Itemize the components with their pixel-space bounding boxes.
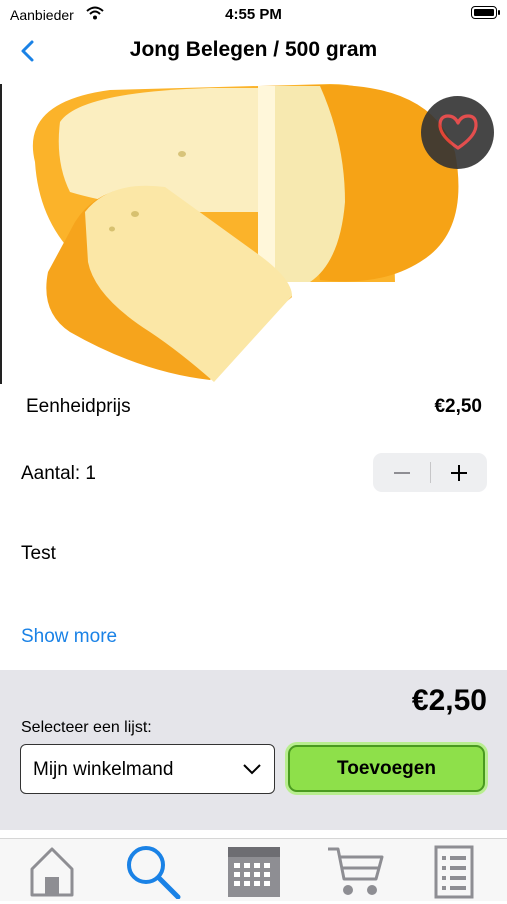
minus-icon xyxy=(393,471,410,474)
increment-button[interactable] xyxy=(430,453,487,492)
page-title: Jong Belegen / 500 gram xyxy=(129,38,378,61)
cart-icon xyxy=(328,847,384,895)
quantity-stepper xyxy=(373,453,487,492)
list-select[interactable]: Mijn winkelmand xyxy=(20,744,275,794)
favorite-button[interactable] xyxy=(421,96,494,169)
decrement-button[interactable] xyxy=(373,453,430,492)
tab-cart[interactable] xyxy=(326,843,386,899)
clock: 4:55 PM xyxy=(225,6,282,23)
list-icon xyxy=(434,845,474,899)
unit-price-value: €2,50 xyxy=(434,396,482,417)
unit-price-label: Eenheidprijs xyxy=(26,396,131,417)
total-price: €2,50 xyxy=(411,684,487,717)
heart-icon xyxy=(438,114,478,150)
quantity-label: Aantal: 1 xyxy=(21,463,96,484)
battery-icon xyxy=(471,6,500,19)
search-icon xyxy=(127,846,181,900)
tab-home[interactable] xyxy=(22,843,82,899)
chevron-down-icon xyxy=(243,764,261,775)
tab-calendar[interactable] xyxy=(224,843,284,899)
tab-search[interactable] xyxy=(122,843,182,900)
home-icon xyxy=(30,847,74,897)
list-select-label: Selecteer een lijst: xyxy=(21,719,152,736)
product-description: Test xyxy=(21,543,56,564)
calendar-icon xyxy=(228,847,280,897)
list-select-value: Mijn winkelmand xyxy=(33,759,174,780)
tab-list[interactable] xyxy=(426,843,486,899)
tab-bar xyxy=(0,838,507,901)
add-button[interactable]: Toevoegen xyxy=(288,745,485,792)
status-bar: Aanbieder 4:55 PM xyxy=(0,0,507,28)
show-more-link[interactable]: Show more xyxy=(21,626,117,648)
purchase-panel: €2,50 Selecteer een lijst: Mijn winkelma… xyxy=(0,670,507,830)
navigation-bar: Jong Belegen / 500 gram xyxy=(0,28,507,76)
plus-icon xyxy=(450,464,467,481)
